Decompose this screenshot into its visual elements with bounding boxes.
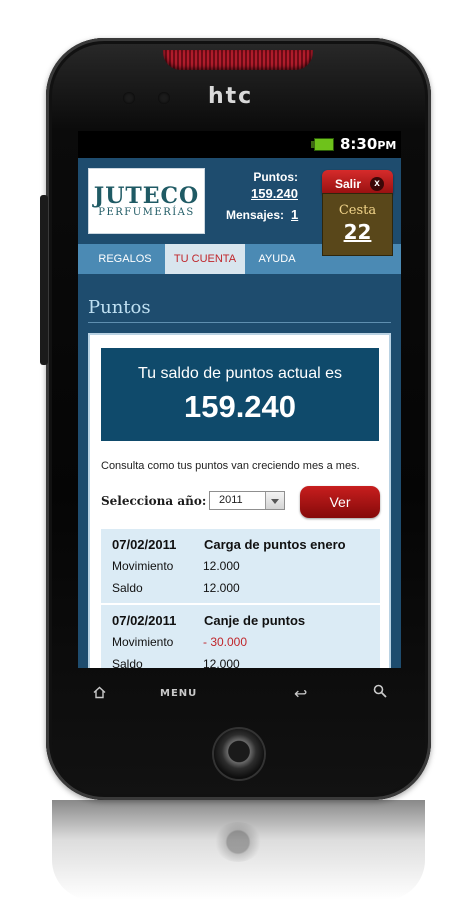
- year-select[interactable]: 2011: [209, 491, 285, 510]
- movement-row: 07/02/2011 Carga de puntos enero Movimie…: [101, 529, 380, 603]
- page-title: Puntos: [88, 297, 151, 318]
- movement-date: 07/02/2011: [112, 613, 177, 628]
- battery-icon: [311, 138, 334, 151]
- messages-label: Mensajes:: [226, 208, 285, 222]
- cart-button[interactable]: Cesta 22: [322, 193, 393, 256]
- balance-row-value: 12.000: [203, 581, 240, 595]
- movement-label: Movimiento: [112, 635, 174, 649]
- front-camera-icon: [123, 92, 135, 104]
- cart-count: 22: [343, 220, 372, 244]
- menu-key[interactable]: MENU: [160, 688, 197, 699]
- juteco-logo[interactable]: JUTECO PERFUMERÍAS: [88, 168, 205, 234]
- status-bar: 8:30PM: [78, 131, 401, 158]
- view-button[interactable]: Ver: [300, 486, 380, 518]
- balance-box: Tu saldo de puntos actual es 159.240: [101, 348, 379, 441]
- clock-time: 8:30: [340, 135, 378, 153]
- movement-label: Movimiento: [112, 559, 174, 573]
- movement-value: - 30.000: [203, 635, 248, 649]
- tab-regalos[interactable]: REGALOS: [90, 244, 160, 274]
- movement-row: 07/02/2011 Canje de puntos Movimiento - …: [101, 605, 380, 668]
- movement-title: Canje de puntos: [204, 613, 306, 628]
- logout-label: Salir: [335, 177, 362, 191]
- year-label: Selecciona año:: [101, 494, 207, 508]
- device-brand-logo: htc: [208, 84, 254, 109]
- clock-suffix: PM: [377, 139, 397, 152]
- messages-link[interactable]: 1: [291, 207, 298, 222]
- earpiece-speaker: [163, 50, 313, 70]
- home-icon[interactable]: [93, 686, 106, 699]
- screen: 8:30PM JUTECO PERFUMERÍAS Puntos: 159.24…: [78, 131, 401, 668]
- movement-date: 07/02/2011: [112, 537, 177, 552]
- logo-name: JUTECO: [93, 183, 200, 209]
- cart-label: Cesta: [338, 203, 377, 218]
- balance-value: 159.240: [183, 389, 297, 424]
- status-clock: 8:30PM: [340, 135, 396, 153]
- balance-label: Saldo: [112, 581, 143, 595]
- points-panel: Tu saldo de puntos actual es 159.240 Con…: [88, 333, 391, 668]
- balance-text: Tu saldo de puntos actual es: [138, 365, 342, 382]
- points-link[interactable]: 159.240: [236, 186, 298, 201]
- volume-button[interactable]: [40, 195, 48, 365]
- balance-label: Saldo: [112, 657, 143, 668]
- year-selected-value: 2011: [219, 494, 243, 506]
- tab-tu-cuenta[interactable]: TU CUENTA: [165, 244, 245, 274]
- tab-ayuda[interactable]: AYUDA: [248, 244, 306, 274]
- close-icon: x: [370, 177, 384, 191]
- trackball[interactable]: [214, 729, 264, 779]
- movement-title: Carga de puntos enero: [204, 537, 346, 552]
- points-label: Puntos:: [253, 170, 298, 184]
- chevron-down-icon[interactable]: [265, 492, 284, 509]
- search-icon[interactable]: [373, 684, 387, 698]
- info-text: Consulta como tus puntos van creciendo m…: [101, 460, 360, 472]
- title-divider: [88, 322, 391, 323]
- movement-value: 12.000: [203, 559, 240, 573]
- proximity-sensor-icon: [158, 92, 170, 104]
- back-icon[interactable]: ↩: [294, 684, 307, 703]
- trackball-reflection: [214, 822, 262, 862]
- balance-row-value: 12.000: [203, 657, 240, 668]
- logo-subtitle: PERFUMERÍAS: [98, 207, 195, 218]
